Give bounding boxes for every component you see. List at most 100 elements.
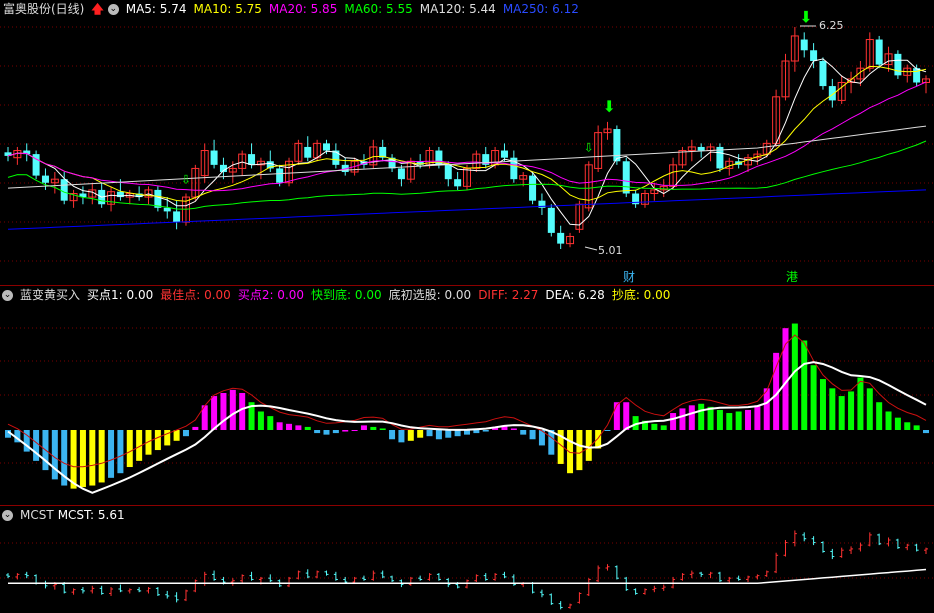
- macd-histogram: [5, 323, 929, 494]
- macd-bar: [726, 413, 733, 430]
- macd-bar: [323, 430, 330, 435]
- macd-bar: [351, 430, 358, 431]
- candle-body: [304, 146, 312, 158]
- macd-bar: [454, 430, 461, 437]
- buy-signal-icon: ⬇: [603, 97, 616, 116]
- candle-body: [557, 232, 565, 244]
- macd-bar: [79, 430, 86, 488]
- candle-body: [173, 211, 181, 223]
- macd-bar: [670, 413, 677, 430]
- macd-bar: [445, 430, 452, 438]
- candle-body: [154, 189, 162, 208]
- macd-bar: [829, 388, 836, 430]
- macd-bar: [482, 430, 489, 432]
- macd-bar: [651, 423, 658, 430]
- candle-body: [810, 50, 818, 62]
- candle-body: [397, 168, 405, 180]
- candle-body: [875, 39, 883, 65]
- macd-bar: [417, 430, 424, 438]
- macd-bar: [904, 422, 911, 430]
- macd-bar: [211, 396, 218, 430]
- macd-bar: [716, 409, 723, 430]
- macd-bar: [810, 365, 817, 430]
- macd-bar: [108, 430, 115, 478]
- macd-bar: [576, 430, 583, 471]
- macd-bar: [735, 411, 742, 430]
- candle-body: [500, 150, 508, 158]
- macd-bar: [745, 409, 752, 430]
- macd-bar: [379, 428, 386, 430]
- macd-bar: [389, 430, 396, 440]
- macd-bar: [848, 391, 855, 430]
- candle-body: [454, 179, 462, 187]
- macd-bar: [529, 430, 536, 440]
- macd-bar: [688, 405, 695, 430]
- macd-bar: [154, 430, 161, 451]
- cai-marker[interactable]: 财: [623, 270, 635, 284]
- candle-body: [894, 53, 902, 76]
- macd-bar: [314, 430, 321, 434]
- macd-bar: [679, 408, 686, 430]
- macd-bar: [838, 396, 845, 430]
- candle-body: [547, 207, 555, 233]
- macd-bar: [510, 428, 517, 430]
- macd-bar: [33, 430, 40, 461]
- candle-body: [322, 143, 330, 151]
- candle-body: [529, 175, 537, 201]
- moving-average-lines: ⇩ ⇩ ⬇ ⬇: [7, 7, 927, 230]
- macd-bar: [923, 430, 929, 434]
- candle-body: [60, 179, 68, 201]
- macd-bar: [791, 323, 798, 430]
- macd-bar: [604, 430, 611, 431]
- macd-bar: [117, 430, 124, 474]
- macd-bar: [126, 430, 133, 468]
- macd-bar: [913, 425, 920, 430]
- candle-body: [276, 168, 284, 183]
- macd-bar: [360, 425, 367, 430]
- chart-canvas[interactable]: ⇩ ⇩ ⬇ ⬇ 6.25 5.01 财 港: [0, 0, 934, 613]
- macd-bar: [885, 411, 892, 430]
- macd-bar: [857, 377, 864, 430]
- buy-signal-icon: ⬇: [799, 7, 812, 26]
- macd-bar: [304, 426, 311, 430]
- macd-bar: [182, 430, 189, 437]
- macd-bar: [473, 430, 480, 434]
- mcst-chart: [6, 530, 928, 610]
- macd-bar: [286, 423, 293, 430]
- macd-bar: [426, 430, 433, 437]
- macd-bar: [89, 430, 96, 486]
- macd-bar: [435, 430, 442, 440]
- macd-bar: [70, 430, 77, 489]
- ma5-line: [7, 58, 927, 226]
- macd-bar: [370, 426, 377, 430]
- macd-bar: [613, 402, 620, 430]
- candle-body: [332, 150, 340, 165]
- candlestick-chart: [4, 27, 930, 249]
- macd-bar: [754, 405, 761, 430]
- candle-body: [697, 146, 705, 151]
- macd-bar: [763, 388, 770, 430]
- macd-bar: [267, 416, 274, 430]
- candle-body: [613, 129, 621, 162]
- macd-bar: [164, 430, 171, 446]
- macd-bar: [407, 430, 414, 441]
- macd-bar: [342, 430, 349, 432]
- buy-signal-icon: ⇩: [181, 173, 191, 187]
- buy-signal-icon: ⇩: [584, 140, 594, 154]
- macd-bar: [894, 417, 901, 430]
- candle-body: [913, 68, 921, 83]
- candle-body: [819, 61, 827, 87]
- macd-bar: [398, 430, 405, 443]
- candle-body: [163, 207, 171, 212]
- macd-bar: [295, 425, 302, 430]
- macd-bar: [51, 430, 58, 480]
- candle-body: [210, 150, 218, 165]
- macd-bar: [98, 430, 105, 483]
- macd-bar: [623, 402, 630, 430]
- macd-bar: [698, 403, 705, 430]
- candle-body: [444, 164, 452, 180]
- macd-bar: [220, 392, 227, 430]
- gang-marker[interactable]: 港: [786, 270, 798, 284]
- ma250-line: [7, 189, 927, 230]
- macd-bar: [876, 402, 883, 430]
